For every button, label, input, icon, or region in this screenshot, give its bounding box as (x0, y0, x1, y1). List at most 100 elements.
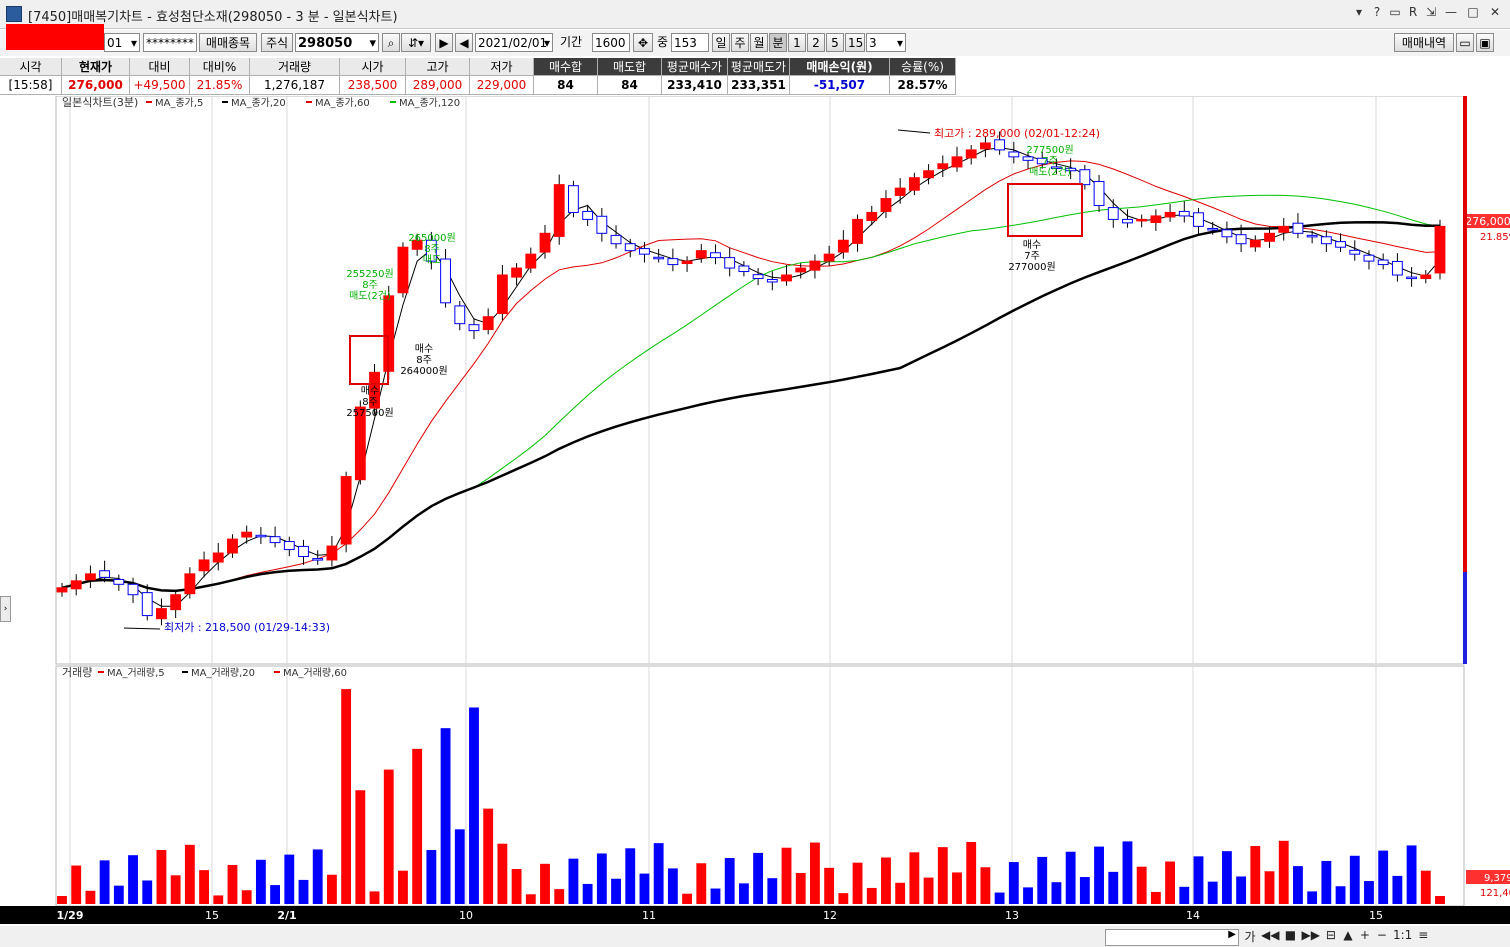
password-field[interactable]: ******** (143, 33, 197, 52)
q-header: 시각 (0, 58, 62, 76)
x-tick-label: 15 (1369, 909, 1383, 922)
q-avg-buy: 233,410 (662, 76, 728, 95)
play-icon[interactable]: ▶ (435, 33, 453, 52)
search-icon[interactable]: ⌕ (382, 33, 400, 52)
candle-body (781, 274, 792, 282)
annotation-text: 264000원 (400, 365, 447, 377)
volume-bar (582, 883, 593, 904)
prev-icon[interactable]: ◀ (455, 33, 473, 52)
candle-body (1406, 276, 1418, 280)
candle-body (312, 558, 324, 561)
close-button[interactable]: ✕ (1486, 4, 1504, 20)
legend-swatch (98, 671, 104, 673)
tf-1-button[interactable]: 1 (788, 33, 806, 52)
tf-15-button[interactable]: 15 (845, 33, 865, 52)
volume-bar (298, 879, 309, 904)
legend-swatch (146, 101, 152, 103)
minimize-button[interactable]: — (1442, 4, 1460, 20)
volume-bar (1150, 891, 1161, 904)
candle-body (710, 252, 721, 259)
folder-icon[interactable]: ▭ (1456, 33, 1474, 52)
market-button[interactable]: 주식 (261, 33, 293, 52)
candle-body (283, 541, 295, 551)
side-expand-arrow[interactable]: › (0, 596, 11, 622)
volume-bar (99, 860, 110, 904)
zoom-in-icon[interactable]: + (1359, 928, 1371, 945)
annotation-text: 매도(2건) (349, 290, 391, 302)
code-input[interactable]: 298050 ▾ (295, 33, 379, 52)
candle-body (1335, 241, 1346, 248)
crosshair-icon[interactable]: ✥ (633, 33, 653, 52)
bottom-icons: 가 ◀◀ ■ ▶▶ ⊟ ▲ + − 1:1 ≡ (1244, 928, 1429, 945)
candle-body (1264, 232, 1275, 242)
annotation-text: 255250원 (346, 268, 393, 280)
candle-body (695, 250, 707, 259)
volume-bar (525, 894, 536, 904)
zoom-out-icon[interactable]: − (1376, 928, 1388, 945)
trade-history-button[interactable]: 매매내역 (1394, 33, 1454, 52)
q-header: 거래량 (250, 58, 340, 76)
tf-2-button[interactable]: 2 (807, 33, 825, 52)
volume-bar (1221, 851, 1232, 904)
volume-bar (753, 852, 764, 904)
volume-bar (113, 885, 124, 904)
save-icon[interactable]: ▣ (1476, 33, 1494, 52)
x-tick-label: 14 (1186, 909, 1200, 922)
volume-bar (980, 867, 991, 904)
period-input[interactable]: 1600 (592, 33, 630, 52)
annotation-text: 277000원 (1008, 261, 1055, 273)
sort-icon[interactable]: ⇵▾ (401, 33, 431, 52)
volume-bar (1406, 845, 1417, 904)
maximize-button[interactable]: □ (1464, 4, 1482, 20)
volume-bar (1293, 866, 1303, 904)
tf-week-button[interactable]: 주 (731, 33, 749, 52)
tf-minute-button[interactable]: 분 (769, 33, 787, 52)
low-price-label: 최저가 : 218,500 (01/29-14:33) (164, 621, 330, 634)
candle-body (99, 570, 111, 578)
tf-select[interactable]: 3 ▾ (866, 33, 906, 52)
volume-bar (554, 889, 565, 904)
horizontal-scrollbar[interactable]: ▶ (1105, 929, 1239, 946)
chart-svg[interactable]: 255250원8주매도(2건)매수8주257500원매수8주264000원265… (0, 96, 1510, 926)
q-winrate: 28.57% (890, 76, 956, 95)
menu-icon[interactable]: ≡ (1417, 928, 1429, 945)
layout-icon[interactable]: ▭ (1388, 4, 1402, 20)
volume-bar (1278, 840, 1289, 904)
candle-body (979, 142, 991, 150)
fast-forward-icon[interactable]: ▶▶ (1301, 928, 1319, 945)
candle-body (653, 256, 665, 260)
q-header: 평균매수가 (662, 58, 728, 76)
q-header: 고가 (406, 58, 470, 76)
count-input[interactable]: 153 (671, 33, 709, 52)
annotation-text: 265000원 (408, 232, 455, 244)
annotation-text: 8주 (362, 280, 378, 291)
volume-bar (454, 829, 465, 904)
volume-legend: MA_거래량,5 MA_거래량,20 MA_거래량,60 (98, 667, 347, 679)
price-panel (55, 96, 1465, 665)
help-icon[interactable]: ? (1370, 4, 1384, 20)
chart-area[interactable]: 255250원 8주 매도(2건) 매수 8주 257500원 매수 8주 264000원 265… (0, 96, 1510, 947)
refresh-icon[interactable]: R (1406, 4, 1420, 20)
stop-icon[interactable]: ■ (1284, 928, 1296, 945)
annotation-text: 매도 (423, 254, 441, 266)
panel-icon[interactable]: ⊟ (1325, 928, 1337, 945)
scroll-right-icon[interactable]: ▶ (1228, 929, 1236, 940)
candle-body (837, 239, 849, 253)
rewind-icon[interactable]: ◀◀ (1261, 928, 1279, 945)
tf-month-button[interactable]: 월 (750, 33, 768, 52)
text-tool-icon[interactable]: 가 (1244, 928, 1256, 945)
volume-bar (1179, 886, 1190, 904)
tf-5-button[interactable]: 5 (826, 33, 844, 52)
pin-icon[interactable]: ⇲ (1424, 4, 1438, 20)
account-select[interactable]: 01 ▾ (104, 33, 140, 52)
trade-item-button[interactable]: 매매종목 (199, 33, 257, 52)
candle-body (539, 232, 551, 253)
volume-bar (1420, 870, 1431, 904)
dropdown-icon[interactable]: ▾ (1352, 4, 1366, 20)
ratio-icon[interactable]: 1:1 (1393, 928, 1412, 945)
date-input[interactable]: 2021/02/01 ▾ (475, 33, 553, 52)
up-icon[interactable]: ▲ (1342, 928, 1354, 945)
candle-body (440, 258, 451, 304)
tf-day-button[interactable]: 일 (712, 33, 730, 52)
candle-body (212, 552, 224, 563)
